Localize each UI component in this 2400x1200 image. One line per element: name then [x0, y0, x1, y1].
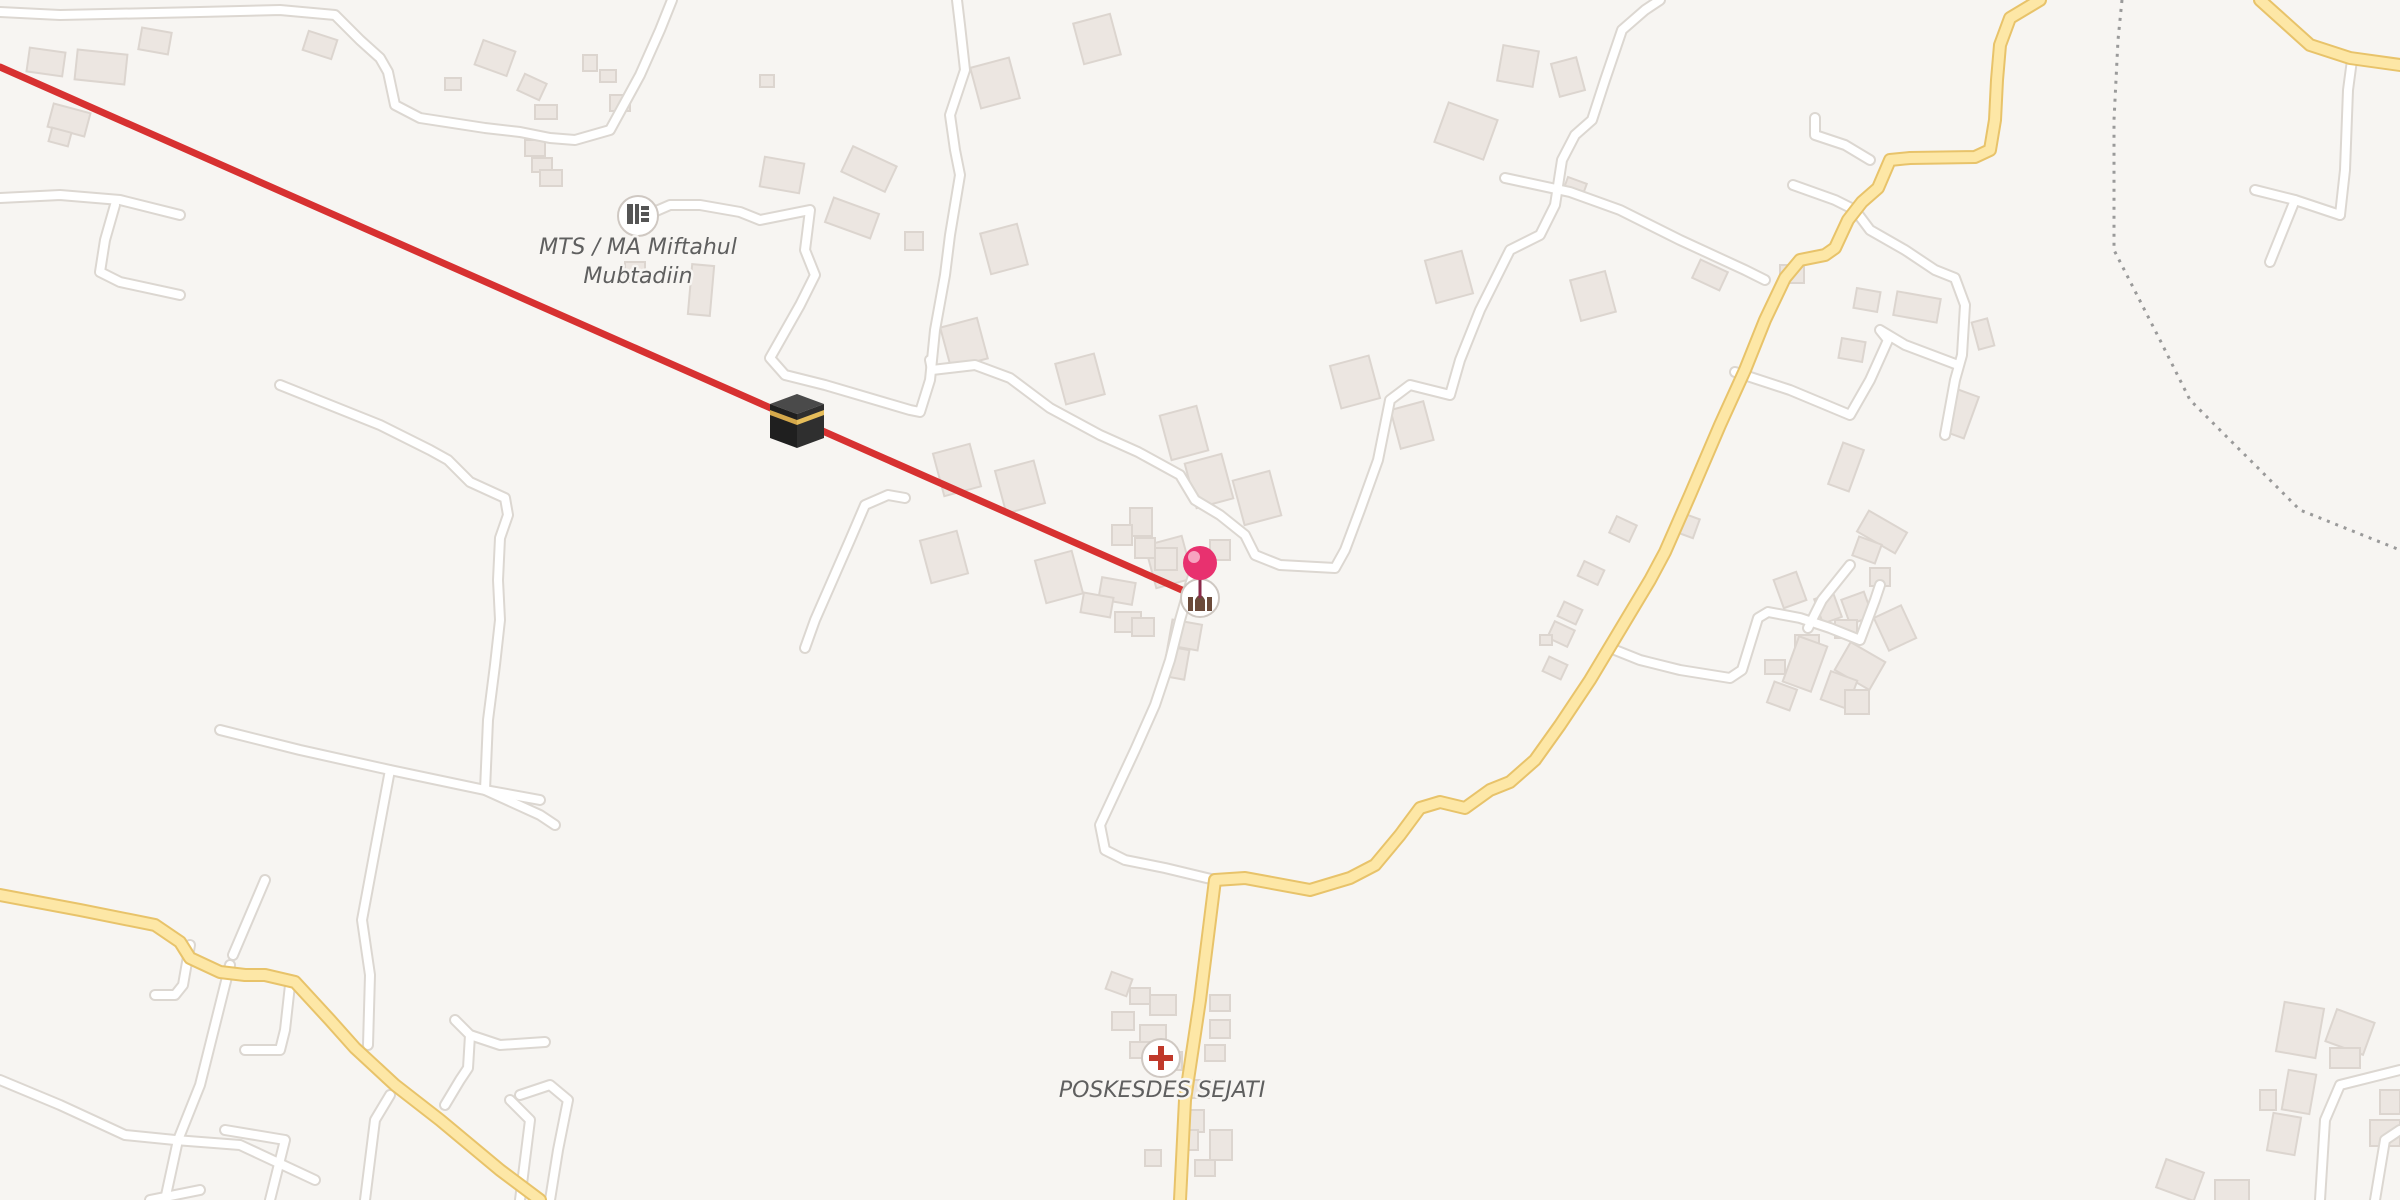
- school-label-line1: MTS / MA Miftahul: [539, 235, 737, 260]
- health-label: POSKESDES SEJATI: [1059, 1078, 1265, 1103]
- school-label-line2: Mubtadiin: [583, 264, 692, 289]
- map-canvas[interactable]: MTS / MA Miftahul Mubtadiin POSKESDES SE…: [0, 0, 2400, 1200]
- kaaba-icon[interactable]: [770, 394, 824, 448]
